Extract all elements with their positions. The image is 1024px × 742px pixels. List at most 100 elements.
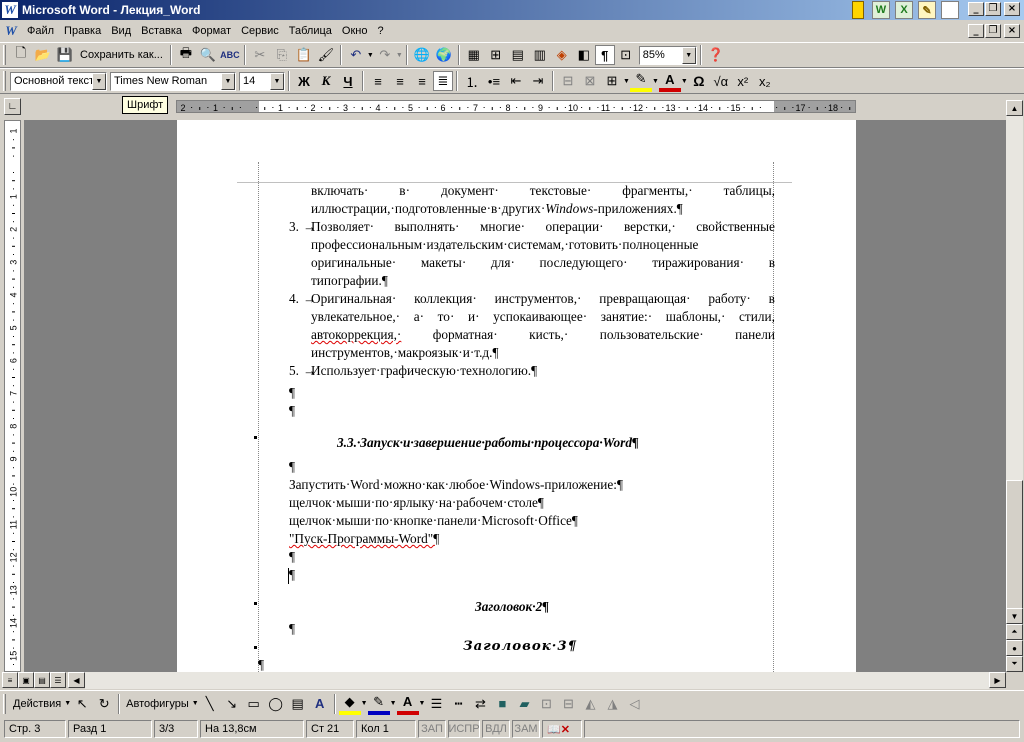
format-painter-icon[interactable]: 🖌 [315,44,337,66]
new-document-icon[interactable]: 🗋 [10,44,32,66]
3d-icon[interactable]: ▰ [513,693,535,715]
chevron-down-icon[interactable]: ▼ [390,700,397,707]
print-icon[interactable]: 🖶 [175,44,197,66]
spelling-icon[interactable]: ABC [219,44,241,66]
spelling-status-icon[interactable]: 📖✕ [542,720,582,738]
toolbar-grip[interactable] [3,45,6,65]
rectangle-icon[interactable]: ▭ [243,693,265,715]
copy-icon[interactable]: ⎘ [271,44,293,66]
key-icon[interactable]: ✎ [918,1,936,19]
menu-window[interactable]: Окно [337,25,373,37]
menu-table[interactable]: Таблица [284,25,337,37]
maximize-button[interactable]: ❐ [985,2,1001,16]
arrow-icon[interactable]: ↘ [221,693,243,715]
font-combo[interactable]: Times New Roman ▼ [110,71,236,91]
word-shortcut-icon[interactable]: W [872,1,890,19]
bold-button[interactable]: Ж [293,70,315,92]
menu-insert[interactable]: Вставка [136,25,187,37]
flip-icon[interactable]: ◮ [601,693,623,715]
font-size-combo[interactable]: 14 ▼ [239,71,285,91]
toolbar-grip[interactable] [3,71,6,91]
redo-dropdown-icon[interactable]: ▼ [396,52,403,59]
autoshapes-menu[interactable]: Автофигуры [123,698,192,710]
borders-icon[interactable]: ⊞ [601,70,623,92]
font-color-dropdown-icon[interactable]: ▼ [681,78,688,85]
doc-close-button[interactable]: × [1004,24,1020,38]
font-color-icon[interactable]: A [658,70,681,92]
document-map-icon[interactable]: ◧ [573,44,595,66]
chevron-down-icon[interactable]: ▼ [419,700,426,707]
line-color-icon[interactable]: ✎ [367,693,390,715]
menu-format[interactable]: Формат [187,25,236,37]
document-shortcut-icon[interactable]: ▭ [941,1,959,19]
status-record[interactable]: ЗАП [418,720,446,738]
toolbar-grip[interactable] [3,693,6,714]
merge-cells-icon[interactable]: ⊟ [557,70,579,92]
insert-table-icon[interactable]: ⊞ [485,44,507,66]
word-app-icon[interactable]: W [2,2,18,18]
hyperlink-icon[interactable]: 🌐 [411,44,433,66]
align-left-icon[interactable]: ≡ [367,70,389,92]
tables-borders-icon[interactable]: ▦ [463,44,485,66]
columns-icon[interactable]: ▥ [529,44,551,66]
decrease-indent-icon[interactable]: ⇤ [505,70,527,92]
ungroup-icon[interactable]: ⊟ [557,693,579,715]
split-cells-icon[interactable]: ⊠ [579,70,601,92]
highlight-icon[interactable]: ✎ [629,70,652,92]
chevron-down-icon[interactable]: ▼ [92,72,106,90]
normal-view-icon[interactable]: ≡ [2,672,18,688]
shadow-icon[interactable]: ■ [491,693,513,715]
menu-tools[interactable]: Сервис [236,25,284,37]
menu-view[interactable]: Вид [106,25,136,37]
superscript-icon[interactable]: x² [732,70,754,92]
line-style-icon[interactable]: ☰ [425,693,447,715]
drawing-icon[interactable]: ◈ [551,44,573,66]
italic-button[interactable]: К [315,70,337,92]
style-combo[interactable]: Основной текст ▼ [10,71,107,91]
web-view-icon[interactable]: ▣ [18,672,34,688]
highlight-dropdown-icon[interactable]: ▼ [652,78,659,85]
document-workspace[interactable]: включать· в· документ· текстовые· фрагменты,… [24,120,1006,672]
save-as-button[interactable]: Сохранить как... [76,49,167,61]
redo-icon[interactable]: ↷ [374,44,396,66]
outline-view-icon[interactable]: ☰ [50,672,66,688]
group-icon[interactable]: ⊡ [535,693,557,715]
open-folder-icon[interactable]: 📂 [32,44,54,66]
borders-dropdown-icon[interactable]: ▼ [623,78,630,85]
undo-dropdown-icon[interactable]: ▼ [367,52,374,59]
justify-icon[interactable]: ≣ [433,71,453,91]
wordart-icon[interactable]: A [309,693,331,715]
chevron-down-icon[interactable]: ▼ [192,700,199,707]
status-extend[interactable]: ВДЛ [482,720,510,738]
horizontal-scroll-track[interactable] [85,672,989,689]
chevron-down-icon[interactable]: ▼ [64,700,71,707]
save-icon[interactable]: 💾 [54,44,76,66]
select-arrow-icon[interactable]: ↖ [71,693,93,715]
chevron-down-icon[interactable]: ▼ [270,72,284,90]
browse-object-icon[interactable]: ● [1006,640,1023,656]
scroll-left-icon[interactable]: ◀ [68,672,85,688]
web-toolbar-icon[interactable]: 🌍 [433,44,455,66]
symbol-omega-icon[interactable]: Ω [688,70,710,92]
nudge-icon[interactable]: ◁ [623,693,645,715]
office-shortcut-icon[interactable] [852,1,864,19]
close-button[interactable]: × [1004,2,1020,16]
document-icon[interactable]: W [0,20,22,42]
align-right-icon[interactable]: ≡ [411,70,433,92]
menu-edit[interactable]: Правка [59,25,106,37]
textbox-icon[interactable]: ▤ [287,693,309,715]
subscript-icon[interactable]: x₂ [754,70,776,92]
vertical-scrollbar[interactable]: ▲ ▼ ⏶ ● ⏷ [1006,100,1023,672]
oval-icon[interactable]: ◯ [265,693,287,715]
zoom-icon[interactable]: ⊡ [615,44,637,66]
next-page-icon[interactable]: ⏷ [1006,656,1023,672]
chevron-down-icon[interactable]: ▼ [221,72,235,90]
menu-file[interactable]: Файл [22,25,59,37]
free-rotate-icon[interactable]: ↻ [93,693,115,715]
zoom-combo[interactable]: 85% ▼ [638,45,697,65]
scroll-right-icon[interactable]: ▶ [989,672,1006,688]
show-hide-icon[interactable]: ¶ [594,45,615,65]
insert-excel-icon[interactable]: ▤ [507,44,529,66]
scroll-down-icon[interactable]: ▼ [1006,608,1023,624]
previous-page-icon[interactable]: ⏶ [1006,624,1023,640]
